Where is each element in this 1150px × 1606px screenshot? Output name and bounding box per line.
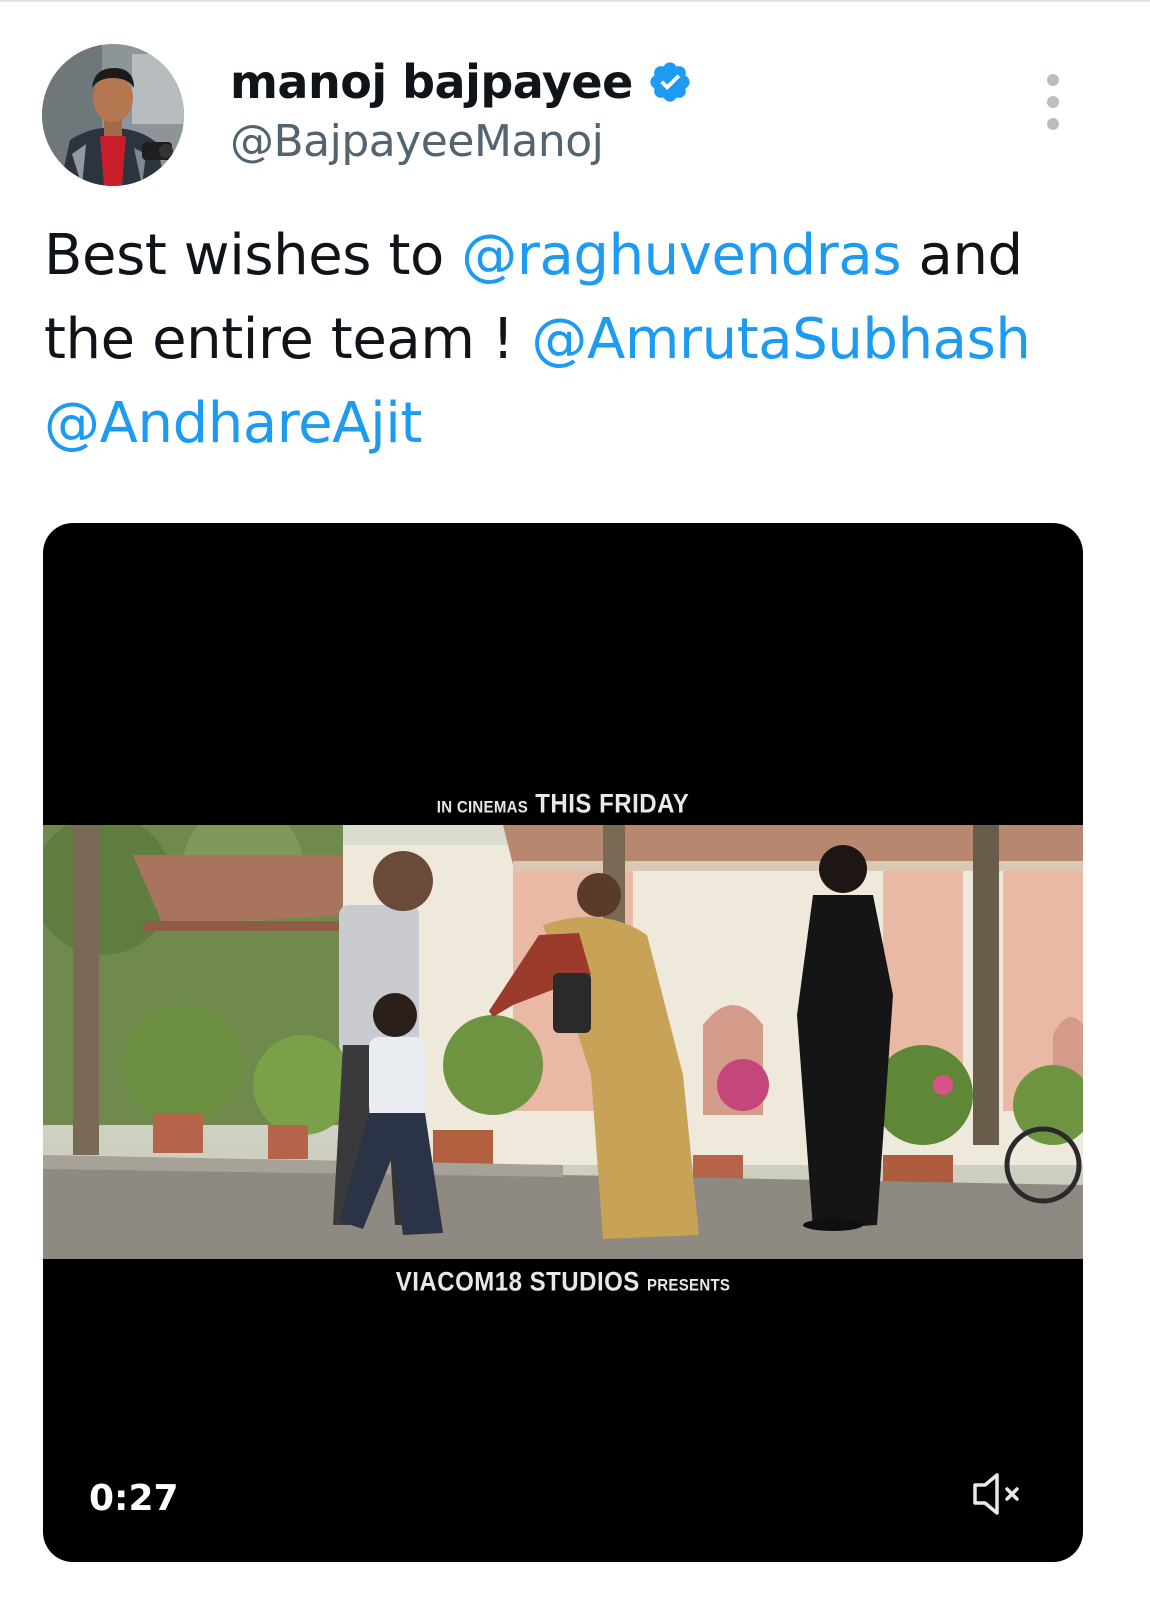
- mention-link-andhareajit[interactable]: @AndhareAjit: [44, 391, 422, 456]
- volume-muted-icon[interactable]: [969, 1467, 1029, 1521]
- tweet-text-segment: Best wishes to: [44, 223, 462, 288]
- caption-this-friday: THIS FRIDAY: [535, 789, 690, 820]
- more-options-button[interactable]: [1036, 74, 1070, 130]
- more-vertical-icon-dot: [1047, 96, 1059, 108]
- top-divider: [0, 0, 1150, 2]
- mention-link-raghuvendras[interactable]: @raghuvendras: [461, 223, 901, 288]
- video-player[interactable]: IN CINEMAS THIS FRIDAY VIACOM18 STUDIOS …: [43, 523, 1083, 1562]
- video-duration: 0:27: [89, 1478, 179, 1519]
- avatar-photo: [42, 44, 184, 186]
- author-display-name[interactable]: manoj bajpayee: [230, 55, 633, 109]
- more-vertical-icon: [1047, 74, 1059, 86]
- video-caption-top: IN CINEMAS THIS FRIDAY: [43, 790, 1083, 821]
- verified-badge-icon: [650, 62, 690, 102]
- tweet-text: Best wishes to @raghuvendras and the ent…: [44, 214, 1084, 466]
- more-vertical-icon-dot: [1047, 118, 1059, 130]
- caption-presents: PRESENTS: [646, 1276, 731, 1296]
- caption-in-cinemas: IN CINEMAS: [436, 798, 529, 818]
- author-avatar[interactable]: [42, 44, 184, 186]
- tweet-text-segment: and: [901, 223, 1024, 288]
- tweet-text-segment: the entire team !: [44, 307, 532, 372]
- mention-link-amrutasubhash[interactable]: @AmrutaSubhash: [531, 307, 1031, 372]
- author-handle[interactable]: @BajpayeeManoj: [230, 116, 604, 167]
- video-frame: [43, 825, 1083, 1259]
- caption-viacom18-studios: VIACOM18 STUDIOS: [395, 1267, 640, 1298]
- author-name-row: manoj bajpayee: [230, 52, 693, 112]
- video-caption-bottom: VIACOM18 STUDIOS PRESENTS: [43, 1268, 1083, 1299]
